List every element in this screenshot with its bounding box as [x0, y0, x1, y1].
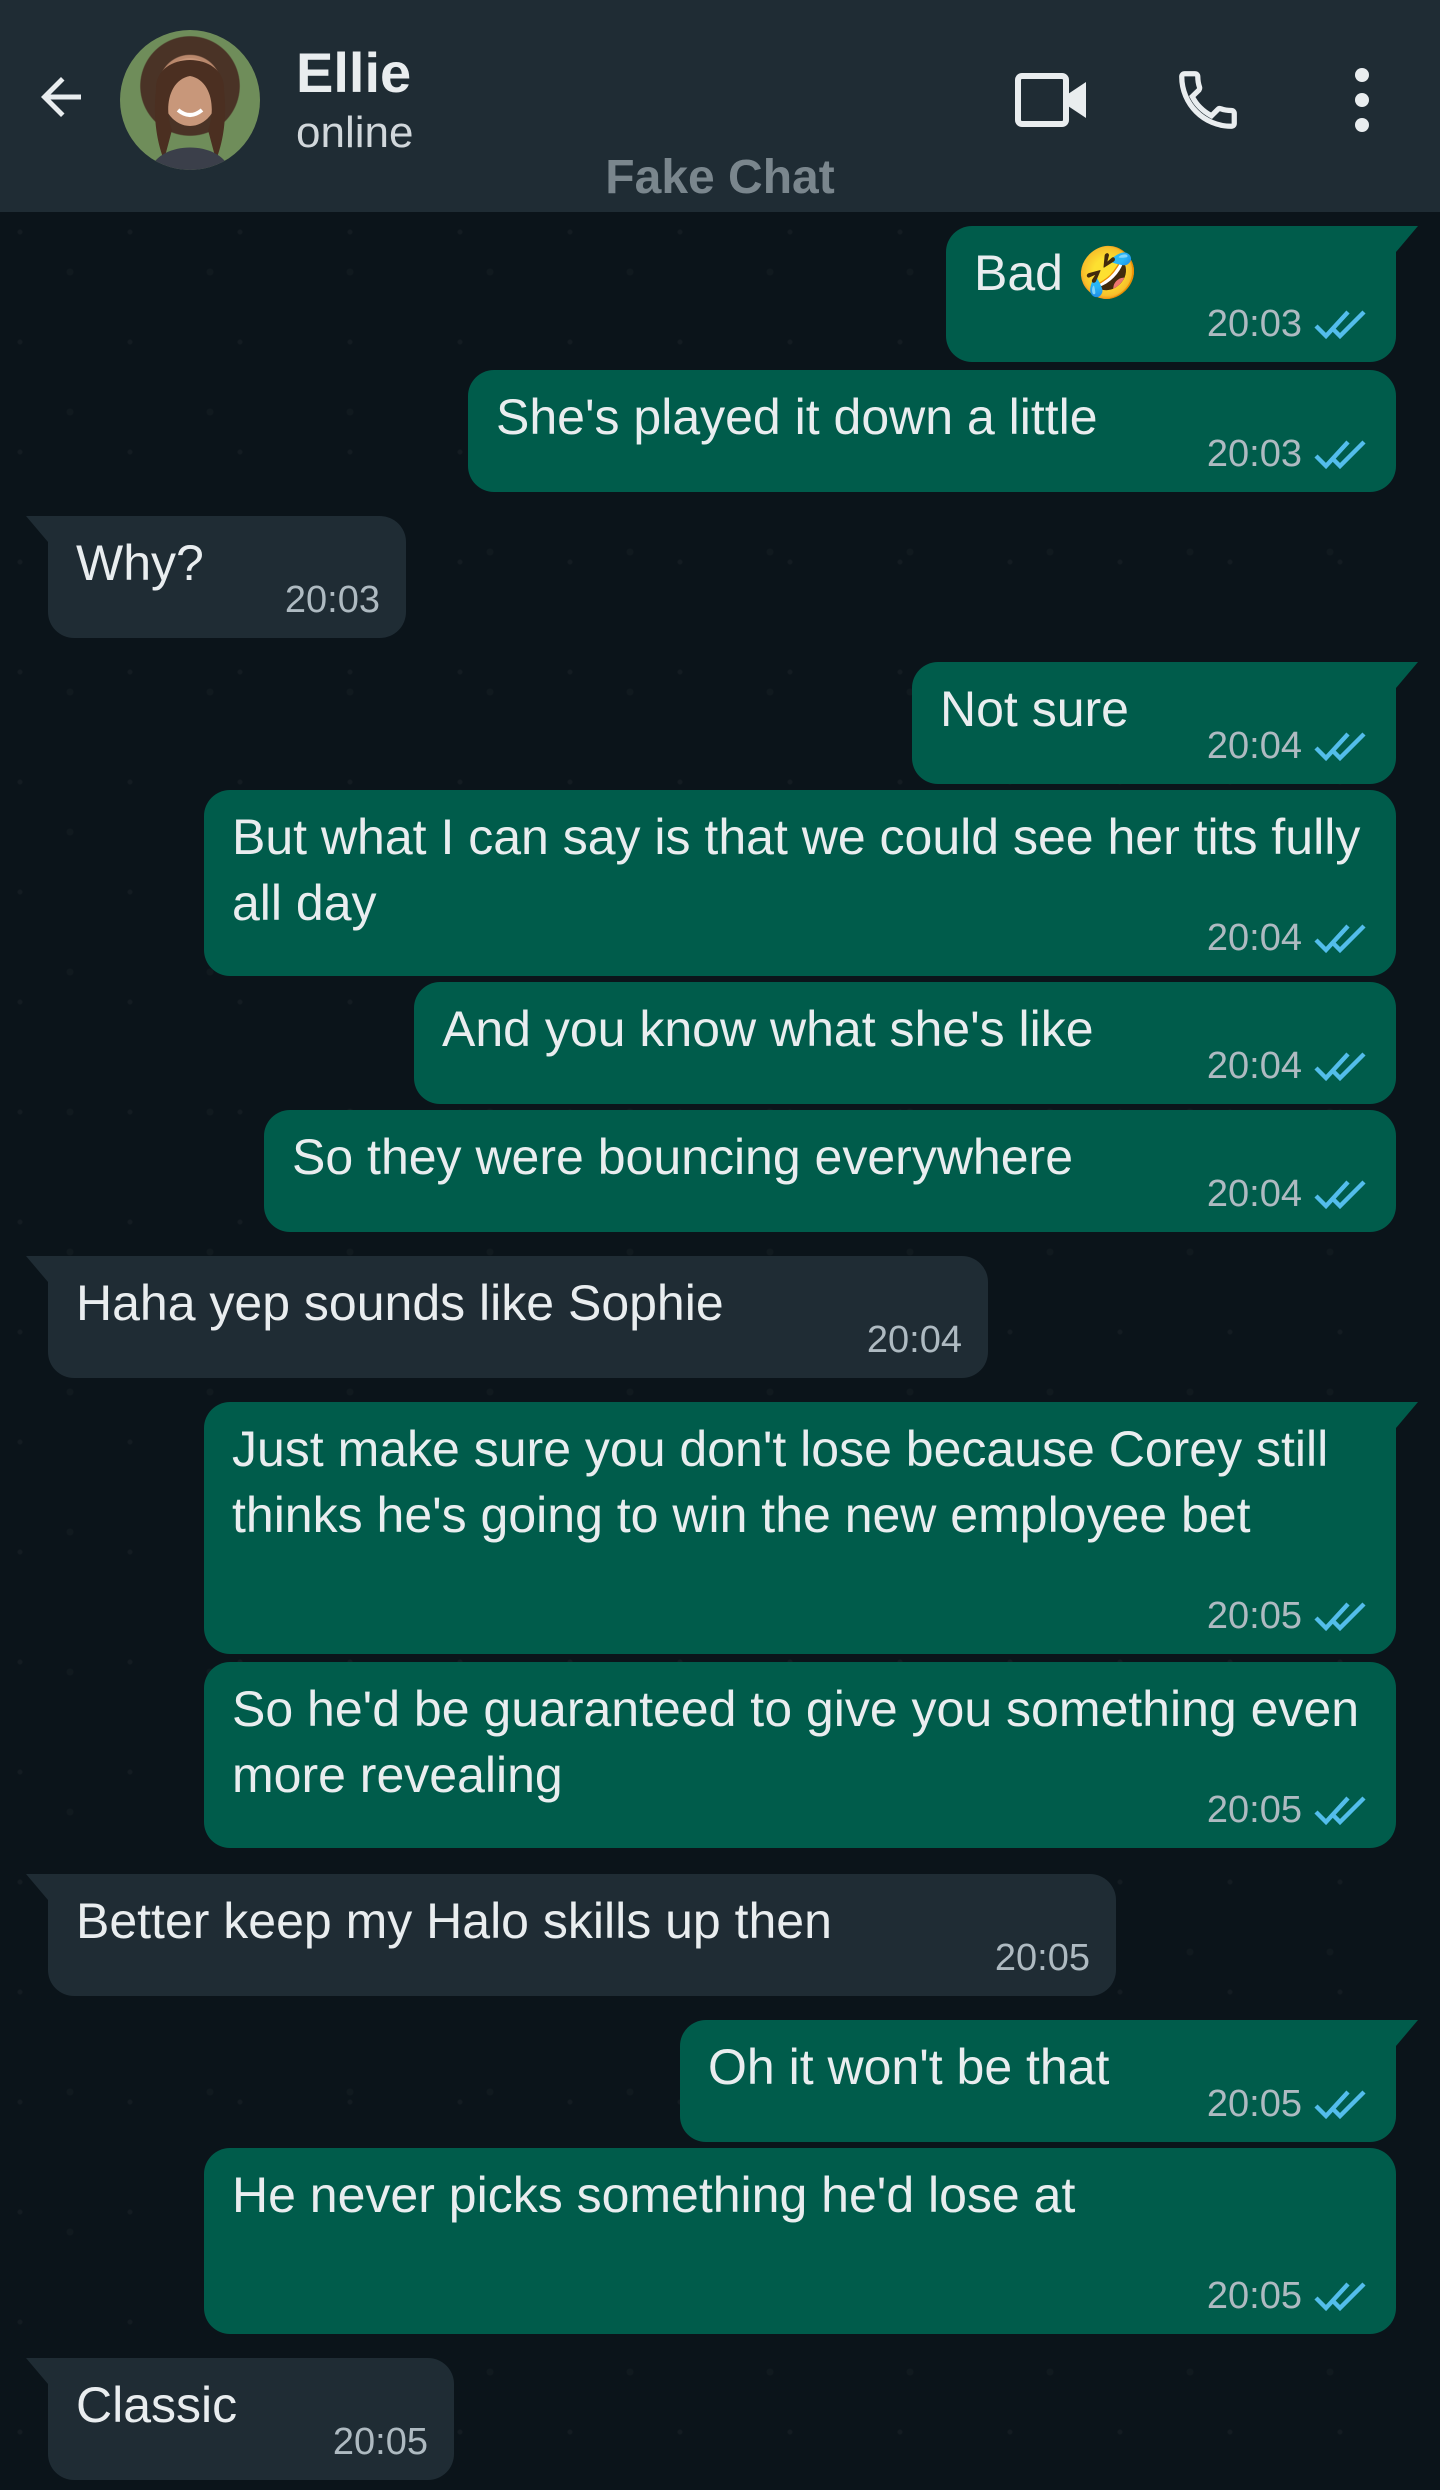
message-text: Haha yep sounds like Sophie [76, 1275, 724, 1331]
back-button[interactable] [26, 62, 96, 132]
double-check-read-icon [1314, 1052, 1366, 1082]
message-time: 20:04 [1206, 1045, 1302, 1087]
message-text: He never picks something he'd lose at [232, 2167, 1076, 2223]
double-check-read-icon [1314, 1796, 1366, 1826]
double-check-read-icon [1314, 1602, 1366, 1632]
voice-call-button[interactable] [1168, 60, 1248, 140]
incoming-message[interactable]: Better keep my Halo skills up then 20:05 [26, 1874, 1116, 1996]
incoming-message[interactable]: Why? 20:03 [26, 516, 406, 638]
contact-status: online [296, 108, 414, 157]
outgoing-message[interactable]: Oh it won't be that 20:05 [680, 2020, 1418, 2142]
message-text: But what I can say is that we could see … [232, 809, 1375, 931]
message-meta: 20:03 [1207, 304, 1370, 344]
message-meta: 20:04 [1207, 1174, 1370, 1214]
message-meta: 20:05 [333, 2422, 428, 2462]
message-meta: 20:05 [1207, 1790, 1370, 1830]
outgoing-message[interactable]: And you know what she's like 20:04 [414, 982, 1396, 1104]
arrow-left-icon [41, 77, 81, 117]
double-check-read-icon [1314, 732, 1366, 762]
message-meta: 20:05 [995, 1938, 1090, 1978]
message-meta: 20:05 [1207, 2084, 1370, 2124]
outgoing-message[interactable]: So they were bouncing everywhere 20:04 [264, 1110, 1396, 1232]
message-time: 20:04 [866, 1319, 962, 1361]
double-check-read-icon [1314, 924, 1366, 954]
message-meta: 20:05 [1207, 2276, 1370, 2316]
outgoing-message[interactable]: So he'd be guaranteed to give you someth… [204, 1662, 1396, 1848]
message-text: So he'd be guaranteed to give you someth… [232, 1681, 1373, 1803]
contact-name[interactable]: Ellie [296, 40, 411, 105]
message-meta: 20:03 [285, 580, 380, 620]
message-meta: 20:04 [867, 1320, 962, 1360]
outgoing-message[interactable]: He never picks something he'd lose at 20:… [204, 2148, 1396, 2334]
chat-header: Ellie online [0, 0, 1440, 212]
message-meta: 20:04 [1207, 1046, 1370, 1086]
video-camera-icon [1015, 73, 1086, 127]
phone-icon [1179, 71, 1237, 129]
message-time: 20:03 [284, 579, 380, 621]
double-check-read-icon [1314, 310, 1366, 340]
message-time: 20:03 [1206, 303, 1302, 345]
contact-photo-icon [150, 58, 230, 170]
more-options-button[interactable] [1322, 60, 1402, 140]
avatar[interactable] [120, 30, 260, 170]
message-time: 20:04 [1206, 1173, 1302, 1215]
outgoing-message[interactable]: She's played it down a little 20:03 [468, 370, 1396, 492]
message-time: 20:05 [1206, 2083, 1302, 2125]
message-time: 20:03 [1206, 433, 1302, 475]
message-time: 20:04 [1206, 725, 1302, 767]
message-text: Better keep my Halo skills up then [76, 1893, 832, 1949]
message-time: 20:05 [332, 2421, 428, 2463]
outgoing-message[interactable]: Bad 🤣 20:03 [946, 226, 1418, 362]
incoming-message[interactable]: Classic 20:05 [26, 2358, 454, 2480]
double-check-read-icon [1314, 2090, 1366, 2120]
double-check-read-icon [1314, 2282, 1366, 2312]
message-meta: 20:03 [1207, 434, 1370, 474]
outgoing-message[interactable]: Just make sure you don't lose because Co… [204, 1402, 1418, 1654]
message-meta: 20:04 [1207, 726, 1370, 766]
incoming-message[interactable]: Haha yep sounds like Sophie 20:04 [26, 1256, 988, 1378]
message-time: 20:05 [994, 1937, 1090, 1979]
message-time: 20:05 [1206, 1595, 1302, 1637]
double-check-read-icon [1314, 440, 1366, 470]
message-meta: 20:04 [1207, 918, 1370, 958]
outgoing-message[interactable]: But what I can say is that we could see … [204, 790, 1396, 976]
message-time: 20:04 [1206, 917, 1302, 959]
double-check-read-icon [1314, 1180, 1366, 1210]
message-text: Bad 🤣 [974, 245, 1140, 301]
video-call-button[interactable] [1012, 60, 1092, 140]
kebab-menu-icon [1355, 68, 1369, 132]
message-time: 20:05 [1206, 2275, 1302, 2317]
outgoing-message[interactable]: Not sure 20:04 [912, 662, 1418, 784]
message-time: 20:05 [1206, 1789, 1302, 1831]
message-meta: 20:05 [1207, 1596, 1370, 1636]
message-text: Just make sure you don't lose because Co… [232, 1421, 1343, 1543]
